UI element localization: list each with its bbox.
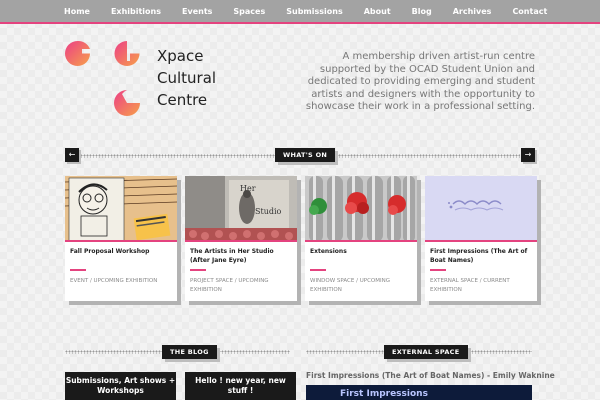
category-separator: / bbox=[89, 278, 92, 284]
nav-exhibitions[interactable]: Exhibitions bbox=[111, 7, 161, 16]
event-card[interactable]: Fall Proposal Workshop EVENT / UPCOMING … bbox=[65, 176, 177, 301]
card-thumbnail[interactable]: Her Studio bbox=[185, 176, 297, 242]
external-image-text: First Impressions bbox=[340, 389, 428, 399]
event-card[interactable]: First Impressions (The Art of Boat Names… bbox=[425, 176, 537, 301]
blog-post-title: stuff ! bbox=[227, 386, 254, 395]
event-card[interactable]: Extensions WINDOW SPACE / UPCOMING EXHIB… bbox=[305, 176, 417, 301]
external-exhibition-title[interactable]: First Impressions (The Art of Boat Names… bbox=[306, 371, 555, 380]
blog-post-title: Workshops bbox=[97, 386, 144, 395]
category-separator: / bbox=[356, 278, 358, 284]
card-thumbnail[interactable] bbox=[425, 176, 537, 242]
card-categories: EVENT / UPCOMING EXHIBITION bbox=[65, 271, 177, 286]
blog-post[interactable]: Hello ! new year, new stuff ! bbox=[185, 372, 296, 400]
external-exhibition-image[interactable]: First Impressions bbox=[306, 385, 532, 400]
card-thumbnail[interactable] bbox=[305, 176, 417, 242]
blog-post-title: Hello ! new year, new bbox=[195, 376, 286, 385]
boat-names-image bbox=[425, 176, 537, 240]
next-arrow-button[interactable]: → bbox=[521, 148, 535, 162]
category-separator: / bbox=[234, 278, 237, 284]
studio-image: Her Studio bbox=[185, 176, 297, 240]
blog-heading: THE BLOG bbox=[162, 345, 217, 359]
card-title[interactable]: Fall Proposal Workshop bbox=[65, 242, 177, 269]
card-title[interactable]: Extensions bbox=[305, 242, 417, 269]
xpace-logo-icon bbox=[65, 40, 140, 116]
logo-mark[interactable] bbox=[64, 40, 144, 118]
category-link[interactable]: EVENT bbox=[70, 278, 88, 284]
logo-line-2: Cultural bbox=[157, 69, 217, 87]
whats-on-heading: WHAT'S ON bbox=[275, 148, 336, 162]
external-space-heading: EXTERNAL SPACE bbox=[384, 345, 468, 359]
category-link[interactable]: WINDOW SPACE bbox=[310, 278, 354, 284]
main-nav: Home Exhibitions Events Spaces Submissio… bbox=[0, 0, 600, 24]
nav-events[interactable]: Events bbox=[182, 7, 212, 16]
nav-spaces[interactable]: Spaces bbox=[233, 7, 265, 16]
nav-contact[interactable]: Contact bbox=[512, 7, 547, 16]
category-link[interactable]: EXTERNAL SPACE bbox=[430, 278, 478, 284]
prev-arrow-button[interactable]: ← bbox=[65, 148, 79, 162]
category-link[interactable]: UPCOMING EXHIBITION bbox=[94, 278, 158, 284]
card-categories: PROJECT SPACE / UPCOMING EXHIBITION bbox=[185, 271, 297, 294]
nav-about[interactable]: About bbox=[364, 7, 391, 16]
extensions-image bbox=[305, 176, 417, 240]
workshop-image bbox=[65, 176, 177, 240]
card-categories: WINDOW SPACE / UPCOMING EXHIBITION bbox=[305, 271, 417, 294]
event-card[interactable]: Her Studio The Artists in Her Studio (Af… bbox=[185, 176, 297, 301]
nav-blog[interactable]: Blog bbox=[412, 7, 432, 16]
svg-text:Studio: Studio bbox=[255, 207, 282, 216]
blog-post-title: Submissions, Art shows + bbox=[65, 376, 176, 385]
category-separator: / bbox=[479, 278, 482, 284]
card-thumbnail[interactable] bbox=[65, 176, 177, 242]
nav-submissions[interactable]: Submissions bbox=[286, 7, 342, 16]
site-tagline: A membership driven artist-run centre su… bbox=[305, 51, 535, 113]
logo-line-1: Xpace bbox=[157, 47, 204, 65]
nav-home[interactable]: Home bbox=[64, 7, 90, 16]
card-title[interactable]: The Artists in Her Studio (After Jane Ey… bbox=[185, 242, 297, 269]
category-link[interactable]: PROJECT SPACE bbox=[190, 278, 233, 284]
blog-post[interactable]: Submissions, Art shows + Workshops bbox=[65, 372, 176, 400]
logo-line-3: Centre bbox=[157, 91, 208, 109]
card-title[interactable]: First Impressions (The Art of Boat Names… bbox=[425, 242, 537, 269]
logo-text[interactable]: Xpace Cultural Centre bbox=[157, 45, 216, 111]
nav-archives[interactable]: Archives bbox=[453, 7, 492, 16]
card-categories: EXTERNAL SPACE / CURRENT EXHIBITION bbox=[425, 271, 537, 294]
